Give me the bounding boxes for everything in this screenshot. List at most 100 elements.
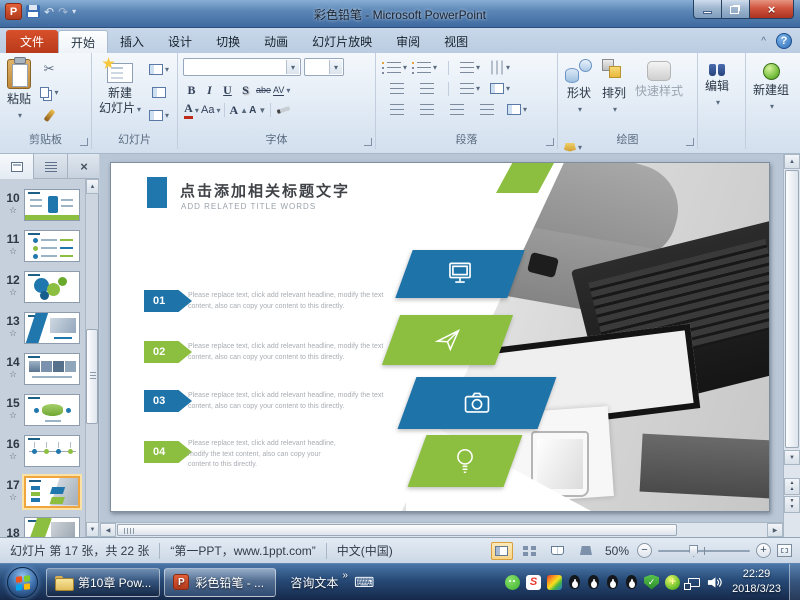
normal-view-button[interactable] — [491, 542, 513, 560]
scroll-down-button[interactable]: ▼ — [784, 450, 800, 465]
tab-review[interactable]: 审阅 — [384, 30, 432, 53]
previous-slide-button[interactable]: ▲▲ — [784, 478, 800, 495]
char-spacing-button[interactable]: AV▾ — [273, 81, 290, 99]
language-bar[interactable]: 咨询文本 » — [290, 574, 348, 591]
slideshow-button[interactable] — [575, 542, 597, 560]
paste-button[interactable]: 粘贴▾ — [3, 57, 35, 135]
drawing-dialog-launcher[interactable] — [686, 138, 694, 146]
close-pane-button[interactable]: × — [69, 154, 99, 178]
item-text-02[interactable]: Please replace text, click add relevant … — [188, 342, 396, 363]
line-spacing-button[interactable]: ▾ — [458, 58, 482, 78]
decrease-indent-button[interactable] — [385, 79, 409, 99]
scroll-up-button[interactable]: ▲ — [784, 154, 800, 169]
font-size-select[interactable]: ▾ — [304, 58, 344, 76]
item-tag-01[interactable]: 01 — [144, 290, 192, 312]
security-shield-icon[interactable]: ✓ — [644, 575, 659, 590]
editing-button[interactable]: 编辑▾ — [701, 57, 733, 135]
smartart-convert-button[interactable]: ▾ — [505, 100, 529, 120]
grow-font-button[interactable]: A▲ — [229, 101, 248, 119]
wechat-icon[interactable] — [505, 575, 520, 590]
font-dialog-launcher[interactable] — [364, 138, 372, 146]
sidebar-scrollbar[interactable]: ▲ ▼ — [85, 179, 98, 537]
new-group-button[interactable]: 新建组▾ — [749, 57, 793, 135]
scroll-left-button[interactable]: ◀ — [100, 523, 116, 537]
slide-sorter-button[interactable] — [519, 542, 541, 560]
close-button[interactable]: × — [749, 0, 794, 19]
numbering-button[interactable]: ▾ — [415, 58, 439, 78]
slide-thumbnail-15[interactable]: 15☆ — [0, 389, 86, 430]
slides-tab[interactable] — [0, 154, 34, 179]
quick-styles-button[interactable]: 快速样式 — [631, 57, 687, 135]
help-button[interactable]: ? — [776, 33, 792, 49]
item-tag-03[interactable]: 03 — [144, 390, 192, 412]
align-text-button[interactable]: ▾ — [488, 79, 512, 99]
format-painter-button[interactable] — [37, 105, 61, 125]
taskbar-clock[interactable]: 22:29 2018/3/23 — [732, 567, 781, 597]
taskbar-powerpoint-task[interactable]: P 彩色铅笔 - ... — [164, 568, 276, 597]
slide-thumbnail-17-selected[interactable]: 17☆ — [0, 471, 86, 512]
sogou-icon[interactable]: S — [526, 575, 541, 590]
sidebar-scroll-down-button[interactable]: ▼ — [86, 522, 99, 537]
item-tag-04[interactable]: 04 — [144, 441, 192, 463]
slide-thumbnail-13[interactable]: 13☆ — [0, 307, 86, 348]
paragraph-dialog-launcher[interactable] — [546, 138, 554, 146]
slide-title[interactable]: 点击添加相关标题文字 — [180, 180, 350, 201]
shapes-button[interactable]: 形状▾ — [561, 57, 597, 135]
text-direction-button[interactable]: ▾ — [488, 58, 512, 78]
shrink-font-button[interactable]: A▼ — [249, 101, 266, 119]
qq-icon-4[interactable] — [625, 575, 638, 590]
camera-shape[interactable] — [398, 377, 557, 429]
tab-home[interactable]: 开始 — [58, 30, 108, 53]
volume-icon[interactable] — [707, 575, 722, 590]
arrange-button[interactable]: 排列▾ — [597, 57, 631, 135]
tab-view[interactable]: 视图 — [432, 30, 480, 53]
scroll-right-button[interactable]: ▶ — [767, 523, 783, 537]
network-icon[interactable] — [686, 575, 701, 590]
slide-thumbnail-16[interactable]: 16☆ — [0, 430, 86, 471]
zoom-out-button[interactable]: − — [637, 543, 652, 558]
slide-thumbnail-11[interactable]: 11☆ — [0, 225, 86, 266]
italic-button[interactable]: I — [201, 81, 218, 99]
vertical-scroll-thumb[interactable] — [785, 170, 799, 448]
font-name-select[interactable]: ▾ — [183, 58, 301, 76]
change-case-button[interactable]: Aa▾ — [201, 101, 220, 119]
fit-to-window-button[interactable] — [777, 544, 792, 557]
horizontal-scrollbar[interactable]: ◀ ▶ — [100, 522, 783, 537]
justify-button[interactable] — [475, 100, 499, 120]
item-text-04[interactable]: Please replace text, click add relevant … — [188, 439, 338, 471]
zoom-in-button[interactable]: + — [756, 543, 771, 558]
taskbar-folder-task[interactable]: 第10章 Pow... — [46, 568, 160, 597]
vertical-scrollbar[interactable]: ▲ ▼ ▲▲ ▼▼ — [783, 154, 800, 537]
next-slide-button[interactable]: ▼▼ — [784, 496, 800, 513]
clear-formatting-button[interactable] — [275, 101, 292, 119]
section-button[interactable]: ▾ — [147, 105, 171, 125]
text-shadow-button[interactable]: S — [237, 81, 254, 99]
layout-button[interactable]: ▾ — [147, 59, 171, 79]
columns-button[interactable]: ▾ — [458, 79, 482, 99]
tab-insert[interactable]: 插入 — [108, 30, 156, 53]
slide-canvas[interactable]: 点击添加相关标题文字 ADD RELATED TITLE WORDS 01 P — [110, 162, 770, 512]
reading-view-button[interactable] — [547, 542, 569, 560]
language-indicator[interactable]: 中文(中国) — [327, 542, 403, 559]
qq-icon-3[interactable] — [606, 575, 619, 590]
sidebar-scroll-thumb[interactable] — [86, 329, 98, 424]
underline-button[interactable]: U — [219, 81, 236, 99]
start-button[interactable] — [7, 567, 38, 598]
restore-button[interactable] — [722, 0, 749, 19]
align-center-button[interactable] — [415, 100, 439, 120]
bullets-button[interactable]: ▾ — [385, 58, 409, 78]
font-color-button[interactable]: A▾ — [183, 101, 200, 119]
zoom-slider[interactable] — [658, 543, 750, 558]
zoom-percent[interactable]: 50% — [605, 544, 629, 558]
item-text-01[interactable]: Please replace text, click add relevant … — [188, 291, 396, 312]
tab-file[interactable]: 文件 — [6, 30, 58, 53]
show-desktop-button[interactable] — [789, 564, 800, 600]
new-slide-button[interactable]: 新建幻灯片▾ — [95, 57, 145, 135]
align-left-button[interactable] — [385, 100, 409, 120]
copy-button[interactable]: ▾ — [37, 82, 61, 102]
tab-slideshow[interactable]: 幻灯片放映 — [300, 30, 384, 53]
lightbulb-shape[interactable] — [408, 435, 523, 487]
slide-subtitle[interactable]: ADD RELATED TITLE WORDS — [181, 202, 316, 211]
tab-animations[interactable]: 动画 — [252, 30, 300, 53]
item-tag-02[interactable]: 02 — [144, 341, 192, 363]
